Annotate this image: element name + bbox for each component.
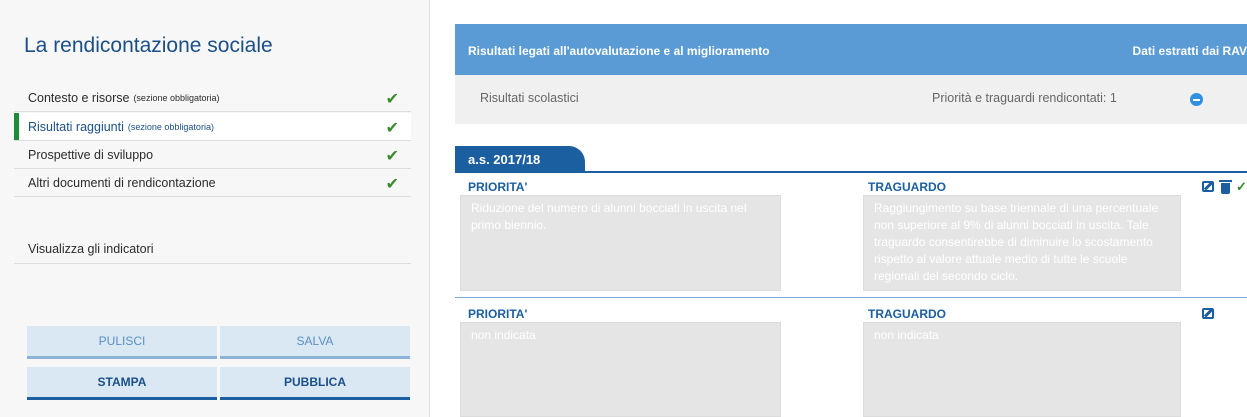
sidebar-item-altri-documenti[interactable]: Altri documenti di rendicontazione ✔ [14,169,411,197]
sidebar-item-label: Altri documenti di rendicontazione [28,175,216,190]
check-icon: ✔ [385,120,399,137]
goal-label: TRAGUARDO [868,307,946,321]
section-title: Risultati legati all'autovalutazione e a… [468,44,770,58]
sidebar-item-label: Visualizza gli indicatori [28,241,154,256]
tab-year[interactable]: a.s. 2017/18 [455,146,585,173]
data-source-label: Dati estratti dai RAV [1132,44,1247,58]
goal-field[interactable]: non indicata [863,322,1181,417]
save-button[interactable]: SALVA [220,326,410,359]
summary-count: Priorità e traguardi rendicontati: 1 [932,91,1117,105]
edit-icon[interactable] [1202,181,1214,192]
section-header: Risultati legati all'autovalutazione e a… [455,24,1247,75]
trash-icon[interactable] [1219,180,1232,194]
check-icon: ✔ [385,91,399,108]
sidebar-item-note: (sezione obbligatoria) [127,121,214,132]
sidebar-item-label: Risultati raggiunti [28,119,124,134]
priority-field[interactable]: Riduzione del numero di alunni bocciati … [460,195,781,291]
row-divider [455,297,1247,298]
sidebar-item-label: Prospettive di sviluppo [28,147,154,162]
main-panel: Risultati legati all'autovalutazione e a… [455,24,1247,417]
check-icon[interactable]: ✓ [1236,179,1247,195]
collapse-icon[interactable] [1190,93,1203,106]
goal-label: TRAGUARDO [868,180,946,194]
goal-field[interactable]: Raggiungimento su base triennale di una … [863,195,1181,291]
tab-underline [455,171,1247,173]
summary-row[interactable]: Risultati scolastici Priorità e traguard… [455,75,1247,124]
sidebar-item-note: (sezione obbligatoria) [133,92,220,103]
priority-label: PRIORITA' [468,307,528,321]
sidebar-item-contesto-e-risorse[interactable]: Contesto e risorse (sezione obbligatoria… [14,84,411,112]
sidebar-item-risultati-raggiunti[interactable]: Risultati raggiunti (sezione obbligatori… [14,113,411,141]
sidebar-item-indicatori[interactable]: Visualizza gli indicatori [14,234,411,264]
print-button[interactable]: STAMPA [27,367,217,400]
clear-button[interactable]: PULISCI [27,326,217,359]
sidebar-item-label: Contesto e risorse [28,90,130,105]
priority-label: PRIORITA' [468,180,528,194]
sidebar-item-prospettive-di-sviluppo[interactable]: Prospettive di sviluppo ✔ [14,141,411,169]
publish-button[interactable]: PUBBLICA [220,367,410,400]
edit-icon[interactable] [1202,308,1214,319]
sidebar: La rendicontazione sociale Contesto e ri… [0,0,430,417]
check-icon: ✔ [385,176,399,193]
sidebar-title: La rendicontazione sociale [24,34,273,57]
summary-category: Risultati scolastici [480,91,579,105]
priority-field[interactable]: non indicata [460,322,781,417]
check-icon: ✔ [385,148,399,165]
